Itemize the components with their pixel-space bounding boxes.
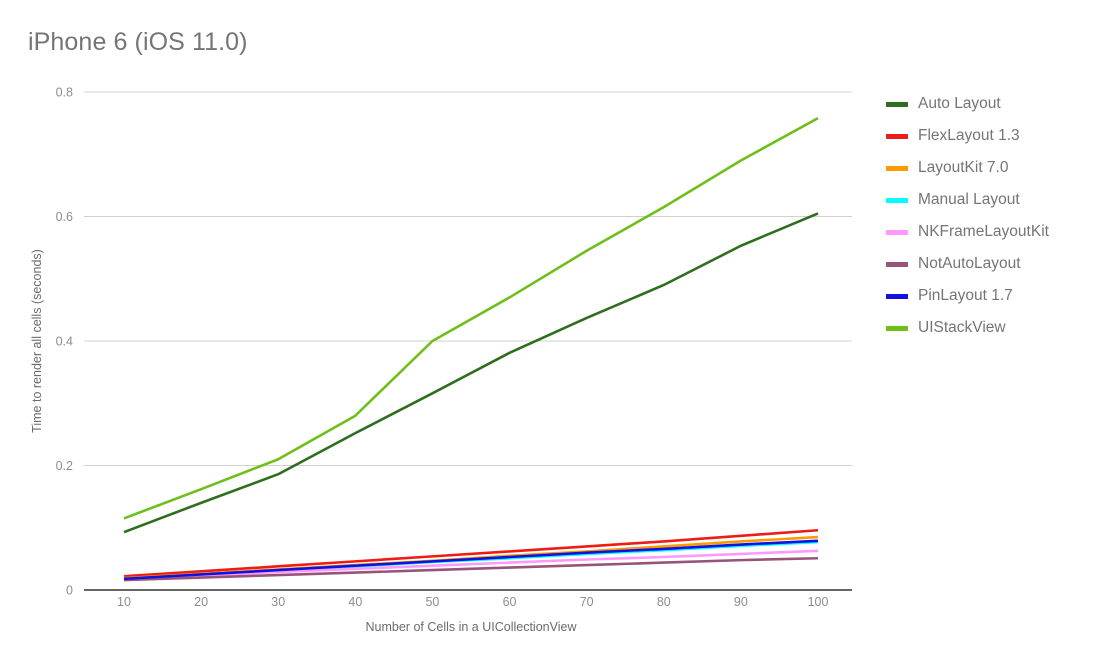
x-axis-tick-label: 20	[194, 595, 208, 609]
legend-swatch-icon	[886, 165, 908, 171]
x-axis-tick-label: 10	[117, 595, 131, 609]
legend-item[interactable]: NKFrameLayoutKit	[886, 216, 1101, 248]
y-axis-tick-label: 0.8	[56, 86, 73, 100]
chart-container: iPhone 6 (iOS 11.0) 0 0.2 0.4 0.6 0.8 10 20 30 4…	[0, 0, 1109, 658]
legend-item-label: NotAutoLayout	[918, 255, 1021, 273]
legend-item[interactable]: UIStackView	[886, 312, 1101, 344]
y-axis-title: Time to render all cells (seconds)	[30, 249, 44, 433]
x-axis-tick-label: 70	[580, 595, 594, 609]
legend-item-label: Auto Layout	[918, 95, 1001, 113]
x-axis-tick-label: 40	[348, 595, 362, 609]
legend-item-label: LayoutKit 7.0	[918, 159, 1009, 177]
legend-swatch-icon	[886, 229, 908, 235]
x-axis-tick-label: 30	[271, 595, 285, 609]
legend-item-label: PinLayout 1.7	[918, 287, 1013, 305]
x-axis-tick-label: 60	[503, 595, 517, 609]
chart-legend: Auto Layout FlexLayout 1.3 LayoutKit 7.0 Ma…	[886, 88, 1101, 344]
series-line-auto-layout	[123, 212, 819, 534]
y-axis-tick-label: 0	[66, 584, 73, 598]
legend-item-label: FlexLayout 1.3	[918, 127, 1020, 145]
legend-item[interactable]: PinLayout 1.7	[886, 280, 1101, 312]
x-axis-tick-label: 80	[657, 595, 671, 609]
y-axis-tick-label: 0.2	[56, 459, 73, 473]
legend-swatch-icon	[886, 101, 908, 107]
x-axis-tick-label: 100	[808, 595, 829, 609]
series-line-uistackview	[123, 117, 819, 520]
legend-item-label: Manual Layout	[918, 191, 1020, 209]
legend-item-label: UIStackView	[918, 319, 1006, 337]
y-axis-tick-label: 0.4	[56, 335, 73, 349]
legend-swatch-icon	[886, 325, 908, 331]
legend-item[interactable]: Manual Layout	[886, 184, 1101, 216]
legend-item[interactable]: Auto Layout	[886, 88, 1101, 120]
legend-swatch-icon	[886, 293, 908, 299]
x-axis-title: Number of Cells in a UICollectionView	[366, 620, 578, 634]
legend-item[interactable]: NotAutoLayout	[886, 248, 1101, 280]
legend-swatch-icon	[886, 197, 908, 203]
x-axis-tick-label: 90	[734, 595, 748, 609]
x-axis-tick-label: 50	[425, 595, 439, 609]
y-axis-tick-label: 0.6	[56, 210, 73, 224]
legend-item[interactable]: FlexLayout 1.3	[886, 120, 1101, 152]
legend-item-label: NKFrameLayoutKit	[918, 223, 1049, 241]
legend-swatch-icon	[886, 133, 908, 139]
legend-item[interactable]: LayoutKit 7.0	[886, 152, 1101, 184]
legend-swatch-icon	[886, 261, 908, 267]
